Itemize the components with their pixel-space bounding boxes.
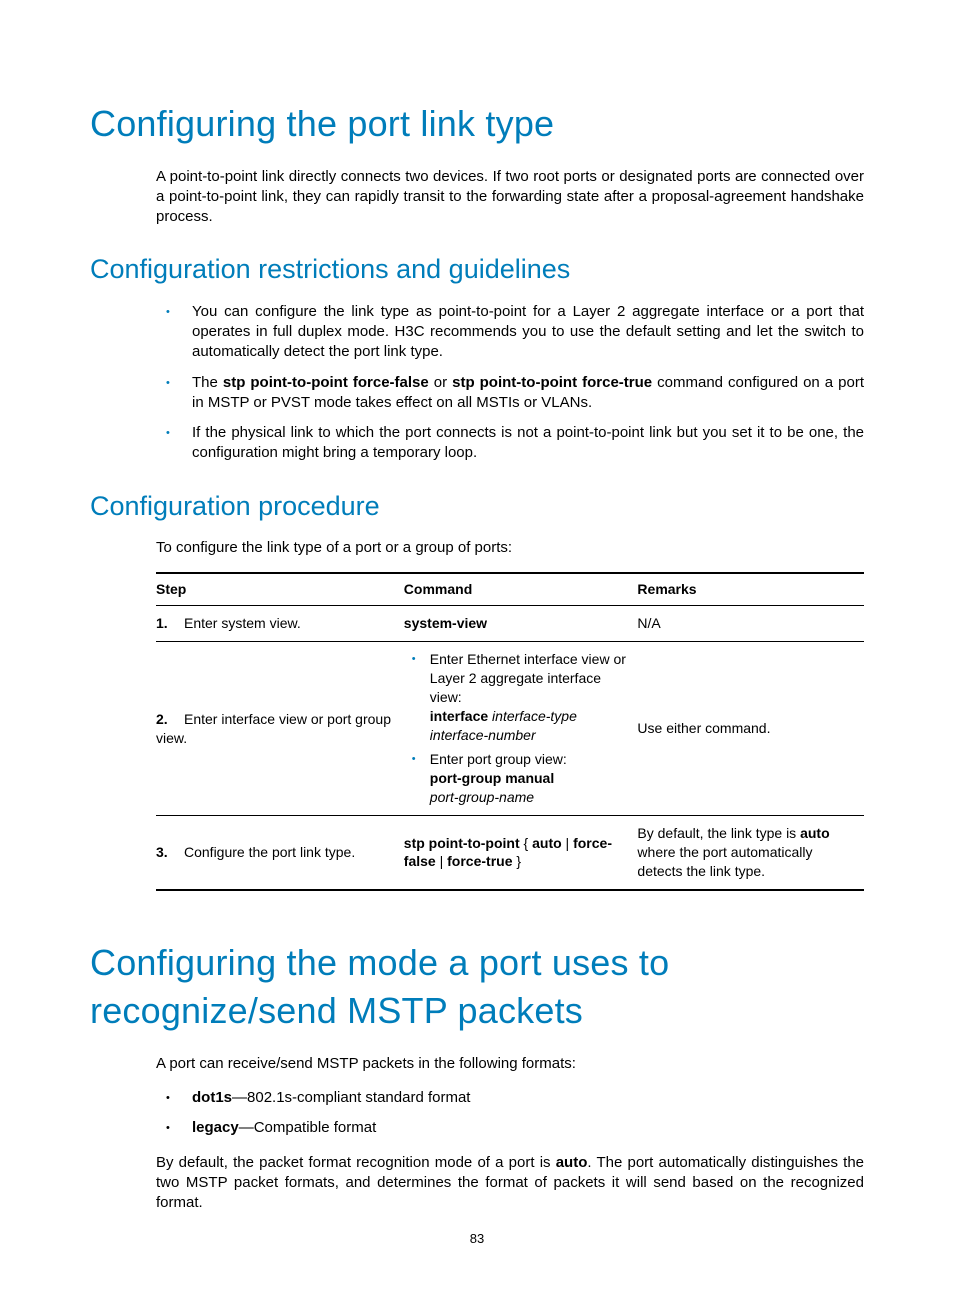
step-cell: 3.Configure the port link type. bbox=[156, 816, 404, 890]
command-keyword: port-group manual bbox=[430, 770, 554, 786]
col-command: Command bbox=[404, 573, 638, 605]
guidelines-list: You can configure the link type as point… bbox=[156, 302, 864, 464]
text: Enter Ethernet interface view or Layer 2… bbox=[430, 651, 626, 705]
heading-configuring-mstp-mode: Configuring the mode a port uses to reco… bbox=[90, 939, 864, 1036]
command-keyword: stp point-to-point bbox=[404, 835, 520, 851]
procedure-table: Step Command Remarks 1.Enter system view… bbox=[156, 572, 864, 891]
command-cell: system-view bbox=[404, 606, 638, 642]
remarks-cell: N/A bbox=[637, 606, 864, 642]
command-text: system-view bbox=[404, 615, 487, 631]
col-remarks: Remarks bbox=[637, 573, 864, 605]
remarks-cell: Use either command. bbox=[637, 642, 864, 816]
remarks-cell: By default, the link type is auto where … bbox=[637, 816, 864, 890]
mstp-intro: A port can receive/send MSTP packets in … bbox=[156, 1054, 864, 1074]
list-item: legacy—Compatible format bbox=[156, 1118, 864, 1138]
step-number: 2. bbox=[156, 710, 184, 729]
command-cell: stp point-to-point { auto | force-false … bbox=[404, 816, 638, 890]
section-guidelines: You can configure the link type as point… bbox=[156, 302, 864, 464]
command-arg: port-group-name bbox=[430, 789, 534, 805]
guideline-item: If the physical link to which the port c… bbox=[156, 423, 864, 464]
text: Enter port group view: bbox=[430, 751, 567, 767]
command-name: stp point-to-point force-true bbox=[452, 374, 652, 391]
command-name: stp point-to-point force-false bbox=[223, 374, 429, 391]
col-step: Step bbox=[156, 573, 404, 605]
format-name: legacy bbox=[192, 1119, 239, 1136]
intro-paragraph: A point-to-point link directly connects … bbox=[156, 167, 864, 228]
step-cell: 2.Enter interface view or port group vie… bbox=[156, 642, 404, 816]
keyword: auto bbox=[556, 1154, 588, 1171]
command-option-list: Enter Ethernet interface view or Layer 2… bbox=[404, 650, 630, 807]
section-intro: A point-to-point link directly connects … bbox=[156, 167, 864, 228]
text: or bbox=[429, 374, 452, 391]
guideline-item: You can configure the link type as point… bbox=[156, 302, 864, 363]
guideline-item: The stp point-to-point force-false or st… bbox=[156, 373, 864, 414]
table-header-row: Step Command Remarks bbox=[156, 573, 864, 605]
command-keyword: auto bbox=[532, 835, 562, 851]
heading-configuring-port-link-type: Configuring the port link type bbox=[90, 100, 864, 149]
table-row: 1.Enter system view. system-view N/A bbox=[156, 606, 864, 642]
keyword: auto bbox=[800, 825, 830, 841]
step-desc: Enter interface view or port group view. bbox=[156, 711, 391, 746]
text: where the port automatically detects the… bbox=[637, 844, 812, 879]
command-cell: Enter Ethernet interface view or Layer 2… bbox=[404, 642, 638, 816]
format-name: dot1s bbox=[192, 1089, 232, 1106]
step-desc: Enter system view. bbox=[184, 615, 301, 631]
table-row: 2.Enter interface view or port group vie… bbox=[156, 642, 864, 816]
text: The bbox=[192, 374, 223, 391]
step-cell: 1.Enter system view. bbox=[156, 606, 404, 642]
command-option: Enter port group view: port-group manual… bbox=[404, 750, 630, 807]
format-desc: —802.1s-compliant standard format bbox=[232, 1089, 470, 1106]
heading-restrictions-guidelines: Configuration restrictions and guideline… bbox=[90, 251, 864, 287]
text: By default, the link type is bbox=[637, 825, 800, 841]
mstp-format-list: dot1s—802.1s-compliant standard format l… bbox=[156, 1088, 864, 1139]
section-mstp: A port can receive/send MSTP packets in … bbox=[156, 1054, 864, 1214]
table-row: 3.Configure the port link type. stp poin… bbox=[156, 816, 864, 890]
text: By default, the packet format recognitio… bbox=[156, 1154, 556, 1171]
command-keyword: interface bbox=[430, 708, 488, 724]
procedure-intro: To configure the link type of a port or … bbox=[156, 538, 864, 558]
format-desc: —Compatible format bbox=[239, 1119, 377, 1136]
command-option: Enter Ethernet interface view or Layer 2… bbox=[404, 650, 630, 744]
page-number: 83 bbox=[0, 1230, 954, 1248]
step-desc: Configure the port link type. bbox=[184, 844, 355, 860]
page: Configuring the port link type A point-t… bbox=[0, 0, 954, 1296]
section-procedure: To configure the link type of a port or … bbox=[156, 538, 864, 891]
step-number: 1. bbox=[156, 614, 184, 633]
heading-configuration-procedure: Configuration procedure bbox=[90, 488, 864, 524]
step-number: 3. bbox=[156, 843, 184, 862]
command-keyword: force-true bbox=[447, 853, 512, 869]
mstp-paragraph: By default, the packet format recognitio… bbox=[156, 1153, 864, 1214]
list-item: dot1s—802.1s-compliant standard format bbox=[156, 1088, 864, 1108]
